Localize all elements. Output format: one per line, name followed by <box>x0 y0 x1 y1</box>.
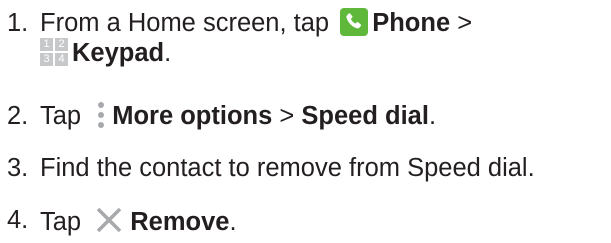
step-number: 4. <box>7 206 29 234</box>
keypad-icon: 1 2 3 4 <box>40 38 68 66</box>
step-3-text: Find the contact to remove from Speed di… <box>40 154 535 182</box>
separator: > <box>457 9 473 37</box>
keypad-label: Keypad <box>72 39 165 67</box>
step-3: 3. Find the contact to remove from Speed… <box>7 153 535 184</box>
phone-icon <box>340 8 369 36</box>
step-number: 2. <box>7 102 29 130</box>
period: . <box>164 39 172 67</box>
step-1-line-2: 1 2 3 4 Keypad. <box>7 38 171 69</box>
keypad-digit: 3 <box>40 53 53 66</box>
step-4: 4. Tap Remove. <box>7 205 237 238</box>
separator: > <box>279 102 295 130</box>
more-options-icon <box>96 101 106 129</box>
remove-label: Remove <box>130 208 230 236</box>
close-icon <box>94 205 124 235</box>
step-1-text: From a Home screen, tap <box>40 9 330 37</box>
more-options-label: More options <box>112 102 273 130</box>
step-2: 2. Tap More options > Speed dial. <box>7 101 436 132</box>
keypad-digit: 2 <box>55 38 68 51</box>
phone-label: Phone <box>372 9 451 37</box>
period: . <box>229 208 237 236</box>
step-number: 1. <box>7 9 29 37</box>
step-2-text: Tap <box>40 102 82 130</box>
keypad-digit: 4 <box>55 53 68 66</box>
speed-dial-label: Speed dial <box>301 102 429 130</box>
step-1: 1. From a Home screen, tap Phone > <box>7 8 472 39</box>
period: . <box>428 102 437 130</box>
step-number: 3. <box>7 154 29 182</box>
keypad-digit: 1 <box>40 38 53 51</box>
step-4-text: Tap <box>40 208 82 236</box>
